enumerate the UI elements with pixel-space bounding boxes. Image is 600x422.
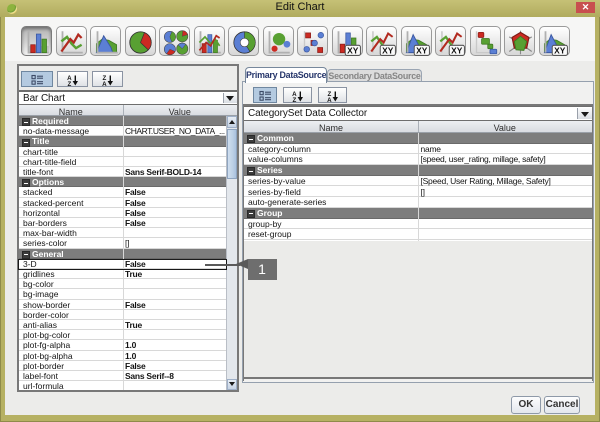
svg-text:XY: XY xyxy=(382,45,394,55)
svg-text:XY: XY xyxy=(451,45,463,55)
svg-text:XY: XY xyxy=(554,45,566,55)
svg-text:Z: Z xyxy=(67,81,71,86)
svg-text:XY: XY xyxy=(416,45,428,55)
svg-text:A: A xyxy=(102,81,107,86)
svg-text:Z: Z xyxy=(293,97,297,102)
svg-text:A: A xyxy=(327,97,332,102)
svg-text:XY: XY xyxy=(347,45,359,55)
